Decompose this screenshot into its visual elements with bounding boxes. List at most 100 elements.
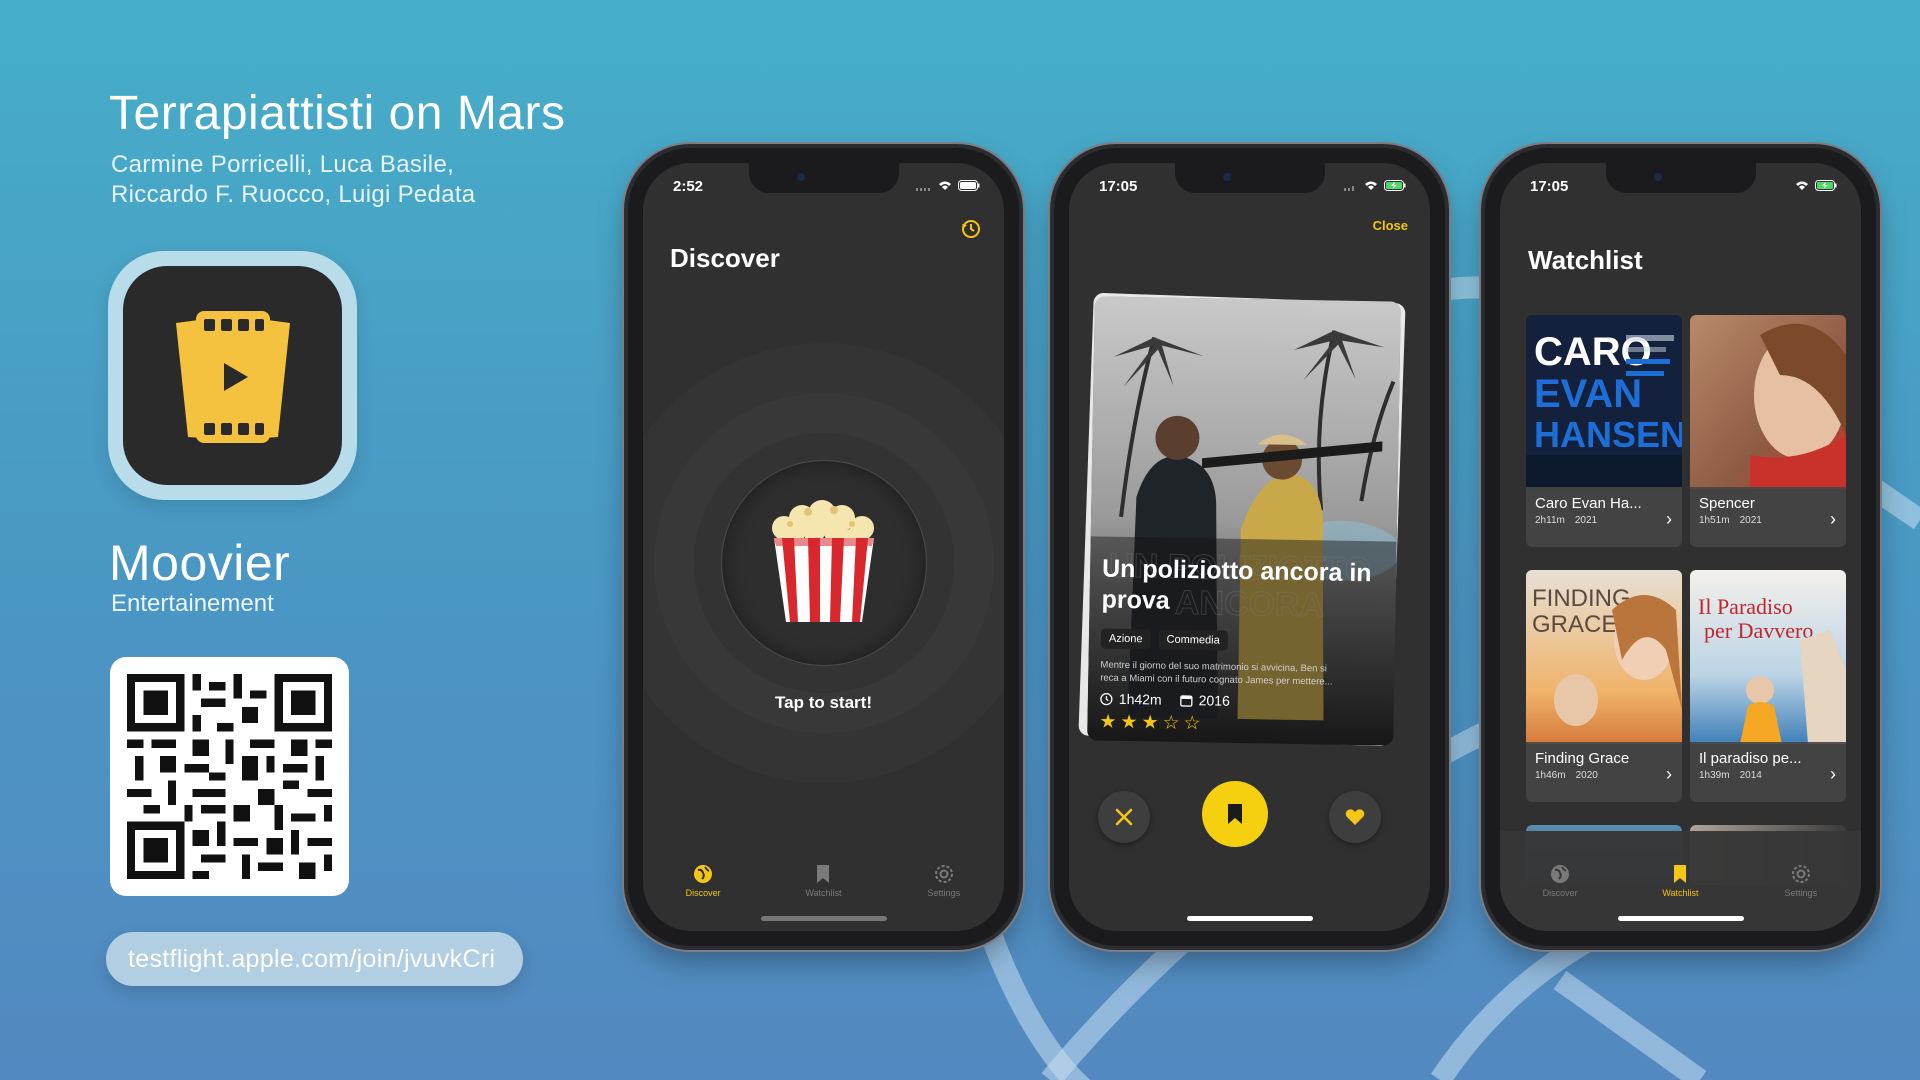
qr-code-icon <box>127 674 332 879</box>
notch <box>1174 163 1325 193</box>
movie-meta: 1h39m 2014 <box>1699 770 1837 781</box>
bookmark-icon <box>817 865 830 883</box>
chevron-right-icon: › <box>1830 764 1836 784</box>
like-button[interactable] <box>1329 791 1381 843</box>
app-category: Entertainement <box>111 590 274 617</box>
qr-code[interactable] <box>110 657 349 896</box>
tab-settings[interactable]: Settings <box>904 864 984 898</box>
tab-label: Discover <box>1542 888 1578 898</box>
add-to-watchlist-button[interactable] <box>1202 781 1268 847</box>
phone-detail: 17:05 Close UN POLIZIOTTO ANCORA Un poli… <box>1054 148 1445 946</box>
signal-icon <box>916 187 930 191</box>
phone-watchlist: 17:05 Watchlist CARO EVAN HANSEN Caro Ev… <box>1485 148 1876 946</box>
duration: 1h42m <box>1100 691 1162 708</box>
tab-discover[interactable]: Discover <box>663 864 743 898</box>
movie-plot: Mentre il giorno del suo matrimonio si a… <box>1100 659 1382 690</box>
poster-text: per Davvero <box>1704 618 1813 643</box>
watchlist-item[interactable]: Il Paradiso per Davvero Il paradiso pe..… <box>1690 570 1846 802</box>
watchlist-item[interactable]: Spencer 1h51m 2021 › <box>1690 315 1846 547</box>
detail-screen: 17:05 Close UN POLIZIOTTO ANCORA Un poli… <box>1069 163 1430 931</box>
poster-text: HANSEN <box>1534 414 1682 455</box>
chevron-right-icon: › <box>1830 509 1836 529</box>
status-icons <box>916 180 980 191</box>
bookmark-icon <box>1674 865 1687 883</box>
poster-spencer <box>1690 315 1846 489</box>
discover-title: Discover <box>670 243 780 273</box>
rating-stars: ★★★☆☆ <box>1099 711 1205 736</box>
year: 2020 <box>1575 770 1598 781</box>
poster-caro-evan-hansen: CARO EVAN HANSEN <box>1526 315 1682 489</box>
poster-text: Il Paradiso <box>1698 594 1793 619</box>
genre-tag: Azione <box>1100 628 1151 650</box>
battery-charging-icon <box>1815 180 1837 191</box>
tab-bar: Discover Watchlist Settings <box>643 851 1004 911</box>
duration: 2h11m <box>1535 515 1565 526</box>
tab-label: Watchlist <box>805 888 842 898</box>
team-title: Terrapiattisti on Mars <box>109 87 566 140</box>
tab-label: Watchlist <box>1662 888 1699 898</box>
close-icon <box>1115 808 1133 826</box>
tab-bar: Discover Watchlist Settings <box>1500 851 1861 911</box>
tile-info: Spencer 1h51m 2021 › <box>1690 487 1846 547</box>
movie-meta: 1h42m 2016 <box>1100 691 1230 709</box>
wifi-icon <box>1796 181 1808 190</box>
poster-finding-grace: FINDING GRACE <box>1526 570 1682 744</box>
dismiss-button[interactable] <box>1098 791 1150 843</box>
status-time: 2:52 <box>673 178 704 195</box>
signal-icon <box>1344 185 1354 191</box>
year-value: 2016 <box>1198 692 1230 709</box>
watchlist-item[interactable]: CARO EVAN HANSEN Caro Evan Ha... 2h11m 20… <box>1526 315 1682 547</box>
tab-discover[interactable]: Discover <box>1520 864 1600 898</box>
genre-tag: Commedia <box>1158 629 1228 651</box>
app-icon-frame <box>108 251 357 500</box>
movie-meta: 2h11m 2021 <box>1535 515 1673 526</box>
chevron-right-icon: › <box>1666 509 1672 529</box>
star-empty-icon: ☆ <box>1162 712 1184 734</box>
app-icon <box>123 266 342 485</box>
tab-label: Settings <box>1784 888 1818 898</box>
movie-name: Il paradiso pe... <box>1699 750 1802 767</box>
tab-settings[interactable]: Settings <box>1761 864 1841 898</box>
battery-charging-icon <box>1384 180 1406 191</box>
wifi-icon <box>1365 181 1377 190</box>
year: 2021 <box>1574 515 1598 526</box>
history-button[interactable] <box>960 218 982 245</box>
heart-icon <box>1345 809 1365 825</box>
movie-meta: 1h46m 2020 <box>1535 770 1673 781</box>
poster-text: GRACE <box>1532 611 1617 638</box>
tap-to-start-label[interactable]: Tap to start! <box>643 693 1004 713</box>
year: 2021 <box>1739 515 1762 526</box>
globe-icon <box>1551 865 1570 883</box>
watchlist-item[interactable]: FINDING GRACE Finding Grace 1h46m 2020 › <box>1526 570 1682 802</box>
tab-watchlist[interactable]: Watchlist <box>1640 864 1720 898</box>
testflight-link[interactable]: testflight.apple.com/join/jvuvkCri <box>106 932 523 986</box>
movie-card[interactable]: UN POLIZIOTTO ANCORA Un poliziotto ancor… <box>1087 296 1401 746</box>
tab-label: Settings <box>927 888 961 898</box>
members-line-2: Riccardo F. Ruocco, Luigi Pedata <box>111 181 476 208</box>
gear-icon <box>1791 865 1810 883</box>
duration: 1h46m <box>1535 770 1566 781</box>
close-button[interactable]: Close <box>1373 218 1408 233</box>
movie-name: Caro Evan Ha... <box>1535 495 1642 512</box>
home-indicator <box>1617 916 1744 921</box>
tab-watchlist[interactable]: Watchlist <box>783 864 863 898</box>
duration: 1h51m <box>1699 515 1730 526</box>
clock-icon <box>1100 692 1113 705</box>
tile-info: Il paradiso pe... 1h39m 2014 › <box>1690 742 1846 802</box>
star-filled-icon: ★ <box>1120 711 1142 734</box>
history-icon <box>962 220 980 238</box>
popcorn-icon <box>771 500 874 622</box>
tile-info: Finding Grace 1h46m 2020 › <box>1526 742 1682 802</box>
watchlist-screen: 17:05 Watchlist CARO EVAN HANSEN Caro Ev… <box>1500 163 1861 931</box>
members-line-1: Carmine Porricelli, Luca Basile, <box>111 151 455 178</box>
gear-icon <box>934 865 953 883</box>
action-row <box>1069 781 1430 851</box>
app-name: Moovier <box>109 535 291 591</box>
notch <box>748 163 899 193</box>
movie-name: Spencer <box>1699 495 1755 512</box>
star-filled-icon: ★ <box>1099 711 1121 733</box>
movie-title: Un poliziotto ancora in prova <box>1101 554 1372 615</box>
movie-meta: 1h51m 2021 <box>1699 515 1837 526</box>
home-indicator <box>760 916 887 921</box>
status-time: 17:05 <box>1099 178 1138 195</box>
